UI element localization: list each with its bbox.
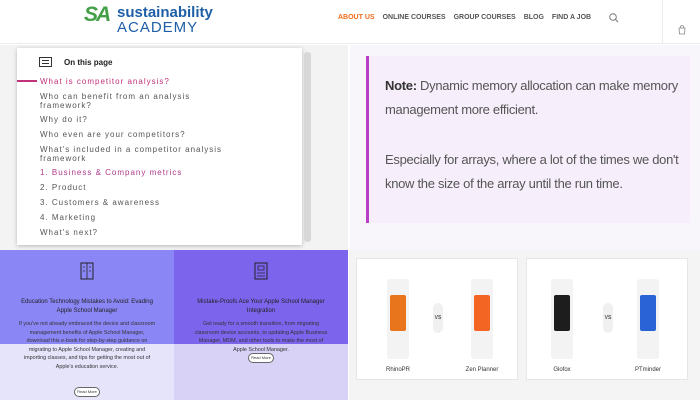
note-label: Note: — [385, 78, 417, 93]
nav-find-a-job[interactable]: FIND A JOB — [552, 12, 591, 24]
tool-logo-right — [637, 279, 659, 359]
toc-item[interactable]: 4. Marketing — [17, 213, 302, 222]
document-icon — [80, 262, 94, 280]
card-description: If you've not already embraced the devic… — [18, 321, 156, 370]
tool-logo-right — [471, 279, 493, 359]
tool-logo-left — [387, 279, 409, 359]
cart-area — [662, 0, 700, 44]
vs-badge: VS — [603, 303, 613, 333]
comparison-area: VS RhinoPR Zen Planner VS Glofox PTminde… — [349, 250, 700, 400]
toc-title: On this page — [64, 57, 113, 67]
tool-name-left: Glofox — [553, 367, 571, 373]
tool-name-right: Zen Planner — [465, 367, 499, 373]
cart-icon[interactable] — [677, 22, 687, 35]
zen-planner-logo — [474, 295, 490, 331]
tool-logo-left — [551, 279, 573, 359]
toc-item[interactable]: What is competitor analysis? — [17, 77, 302, 86]
main-nav: ABOUT US ONLINE COURSES GROUP COURSES BL… — [338, 12, 599, 24]
toc-item[interactable]: 3. Customers & awareness — [17, 198, 302, 207]
checklist-icon — [254, 262, 268, 280]
resource-card[interactable]: Education Technology Mistakes to Avoid: … — [0, 250, 174, 400]
tool-name-left: RhinoPR — [385, 367, 411, 373]
rhinofit-logo — [390, 295, 406, 331]
logo-mark: SA — [84, 3, 111, 26]
vs-badge: VS — [433, 303, 443, 333]
toc-item[interactable]: What's next? — [17, 228, 302, 237]
tool-name-right: PTminder — [634, 367, 662, 373]
nav-blog[interactable]: BLOG — [524, 12, 544, 24]
note-paragraph-1: Note: Dynamic memory allocation can make… — [385, 74, 685, 122]
site-logo[interactable]: SA sustainability ACADEMY — [84, 3, 224, 39]
note-paragraph-2: Especially for arrays, where a lot of th… — [385, 152, 679, 191]
on-this-page-panel: On this page What is competitor analysis… — [17, 48, 311, 245]
logo-line-2: ACADEMY — [117, 19, 199, 36]
toc-header: On this page — [39, 57, 112, 67]
nav-group-courses[interactable]: GROUP COURSES — [454, 12, 516, 24]
toc-item[interactable]: 2. Product — [17, 183, 302, 192]
comparison-card[interactable]: VS RhinoPR Zen Planner — [356, 258, 518, 380]
site-header: SA sustainability ACADEMY ABOUT US ONLIN… — [0, 0, 700, 44]
card-title: Education Technology Mistakes to Avoid: … — [21, 299, 153, 314]
nav-online-courses[interactable]: ONLINE COURSES — [383, 12, 446, 24]
note-callout: Note: Dynamic memory allocation can make… — [366, 56, 690, 223]
note-text-1: Dynamic memory allocation can make memor… — [385, 78, 678, 117]
read-more-button[interactable]: Read More — [74, 387, 100, 397]
toc-list: What is competitor analysis? Who can ben… — [17, 77, 302, 237]
card-description: Get ready for a smooth transition, from … — [194, 321, 328, 353]
nav-about-us[interactable]: ABOUT US — [338, 12, 375, 24]
comparison-card[interactable]: VS Glofox PTminder — [526, 258, 688, 380]
toc-item[interactable]: What's included in a competitor analysis… — [17, 145, 262, 163]
list-icon — [39, 57, 52, 67]
toc-item[interactable]: Who can benefit from an analysis framewo… — [17, 92, 227, 110]
ptminder-logo — [640, 295, 656, 331]
toc-item[interactable]: Why do it? — [17, 115, 302, 124]
glofox-logo — [554, 295, 570, 331]
card-title: Mistake-Proofs Ace Your Apple School Man… — [197, 299, 325, 314]
resource-cards: Education Technology Mistakes to Avoid: … — [0, 250, 349, 400]
search-icon[interactable] — [608, 11, 620, 23]
toc-item[interactable]: Who even are your competitors? — [17, 130, 302, 139]
page: SA sustainability ACADEMY ABOUT US ONLIN… — [0, 0, 700, 400]
read-more-button[interactable]: Read More — [248, 353, 274, 363]
toc-scrollbar[interactable] — [304, 52, 311, 242]
resource-card[interactable]: Mistake-Proofs Ace Your Apple School Man… — [174, 250, 348, 400]
toc-item[interactable]: 1. Business & Company metrics — [17, 168, 302, 177]
